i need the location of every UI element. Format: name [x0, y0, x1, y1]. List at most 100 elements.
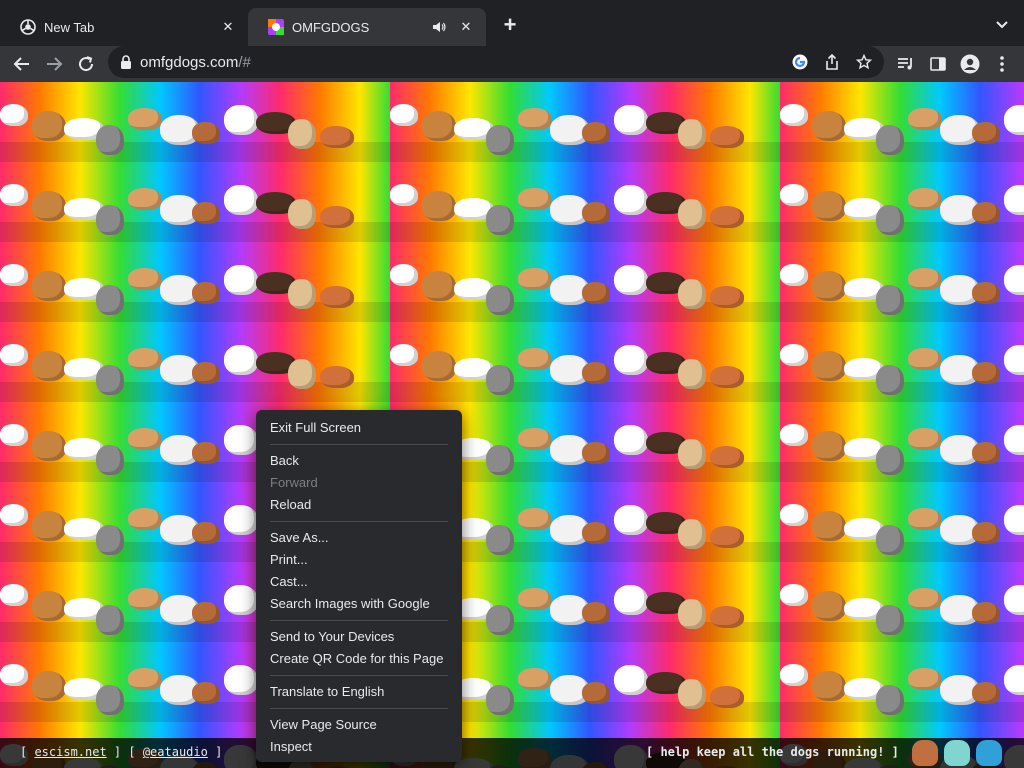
- dog-sprite: [0, 184, 28, 206]
- menu-item-save-as[interactable]: Save As...: [256, 527, 462, 549]
- dog-sprite: [486, 205, 514, 235]
- menu-item-cast[interactable]: Cast...: [256, 571, 462, 593]
- donate-link[interactable]: [ help keep all the dogs running! ]: [646, 745, 899, 759]
- dog-sprite: [486, 365, 514, 395]
- forward-arrow-icon: [47, 57, 63, 71]
- dog-sprite: [812, 191, 846, 221]
- dog-sprite: [288, 359, 316, 389]
- dog-sprite: [518, 268, 552, 290]
- menu-item-send-to-devices[interactable]: Send to Your Devices: [256, 626, 462, 648]
- menu-item-translate[interactable]: Translate to English: [256, 681, 462, 703]
- dog-sprite: [582, 682, 610, 704]
- dog-sprite: [224, 505, 258, 535]
- menu-item-reload[interactable]: Reload: [256, 494, 462, 516]
- dog-group: [0, 86, 390, 166]
- dog-sprite: [32, 191, 66, 221]
- dog-sprite: [908, 348, 942, 370]
- dog-sprite: [876, 365, 904, 395]
- dog-sprite: [678, 439, 706, 469]
- menu-item-print[interactable]: Print...: [256, 549, 462, 571]
- dog-sprite: [614, 665, 648, 695]
- tab-strip: New Tab ✕ OMFGDOGS ✕ +: [0, 0, 1024, 46]
- dog-group: [390, 86, 780, 166]
- close-icon[interactable]: ✕: [456, 17, 476, 37]
- dog-sprite: [390, 344, 418, 366]
- dog-group: [780, 326, 1024, 406]
- dog-sprite: [780, 344, 808, 366]
- side-panel-button[interactable]: [924, 50, 952, 78]
- back-arrow-icon: [13, 57, 29, 71]
- dog-group: [390, 326, 780, 406]
- dog-sprite: [582, 442, 610, 464]
- menu-item-exit-full-screen[interactable]: Exit Full Screen: [256, 417, 462, 439]
- forward-button[interactable]: [40, 50, 68, 78]
- dog-sprite: [96, 605, 124, 635]
- tab-new-tab[interactable]: New Tab ✕: [0, 8, 248, 46]
- dog-sprite: [614, 185, 648, 215]
- dog-sprite: [876, 285, 904, 315]
- dog-sprite: [486, 285, 514, 315]
- dog-sprite: [812, 431, 846, 461]
- speaker-icon[interactable]: [430, 18, 448, 36]
- share-icon[interactable]: [820, 50, 844, 74]
- menu-item-search-images[interactable]: Search Images with Google: [256, 593, 462, 615]
- lock-icon[interactable]: [120, 55, 132, 69]
- menu-item-view-page-source[interactable]: View Page Source: [256, 714, 462, 736]
- page-content[interactable]: [0, 82, 1024, 768]
- dog-sprite: [192, 522, 220, 544]
- menu-item-forward: Forward: [270, 475, 318, 490]
- google-lens-icon[interactable]: [788, 50, 812, 74]
- dog-sprite: [192, 122, 220, 144]
- dog-sprite: [1004, 185, 1024, 215]
- new-tab-button[interactable]: +: [498, 12, 522, 37]
- dog-sprite: [192, 202, 220, 224]
- dog-sprite: [320, 366, 354, 388]
- escism-link[interactable]: escism.net: [34, 745, 106, 759]
- dog-sprite: [1004, 265, 1024, 295]
- dog-sprite: [678, 279, 706, 309]
- dog-sprite: [614, 585, 648, 615]
- eataudio-link[interactable]: @eataudio: [143, 745, 208, 759]
- dog-sprite: [32, 351, 66, 381]
- dog-sprite: [486, 685, 514, 715]
- dog-sprite: [780, 104, 808, 126]
- dog-sprite: [422, 111, 456, 141]
- menu-item-create-qr-code[interactable]: Create QR Code for this Page: [256, 648, 462, 670]
- dog-sprite: [678, 679, 706, 709]
- dog-sprite: [876, 205, 904, 235]
- dog-sprite: [972, 282, 1000, 304]
- close-icon[interactable]: ✕: [218, 17, 238, 37]
- media-controls-button[interactable]: [892, 50, 920, 78]
- dog-sprite: [972, 682, 1000, 704]
- menu-item-back[interactable]: Back: [256, 450, 462, 472]
- dog-sprite: [96, 525, 124, 555]
- dog-sprite: [614, 425, 648, 455]
- dog-sprite: [780, 664, 808, 686]
- dog-sprite: [812, 271, 846, 301]
- dog-sprite: [128, 588, 162, 610]
- dog-sprite: [128, 188, 162, 210]
- address-bar[interactable]: omfgdogs.com/#: [108, 46, 884, 78]
- dog-sprite: [32, 671, 66, 701]
- dog-sprite: [710, 526, 744, 548]
- dog-sprite: [710, 286, 744, 308]
- dog-sprite: [908, 588, 942, 610]
- dog-sprite: [0, 264, 28, 286]
- menu-item-inspect[interactable]: Inspect: [256, 736, 462, 758]
- dog-sprite: [614, 105, 648, 135]
- profile-button[interactable]: [956, 50, 984, 78]
- dog-sprite: [582, 122, 610, 144]
- reload-button[interactable]: [72, 50, 100, 78]
- tab-search-chevron-icon[interactable]: [990, 14, 1014, 36]
- dog-sprite: [876, 685, 904, 715]
- dog-sprite: [876, 125, 904, 155]
- bookmark-star-icon[interactable]: [852, 50, 876, 74]
- dog-sprite: [876, 525, 904, 555]
- dog-sprite: [710, 126, 744, 148]
- context-menu: Exit Full Screen Back Forward Reload Sav…: [256, 410, 462, 762]
- tab-omfgdogs[interactable]: OMFGDOGS ✕: [248, 8, 486, 46]
- dog-sprite-icon: [912, 740, 938, 766]
- footer-sprites: [912, 740, 1002, 766]
- menu-button[interactable]: [988, 50, 1016, 78]
- back-button[interactable]: [8, 50, 36, 78]
